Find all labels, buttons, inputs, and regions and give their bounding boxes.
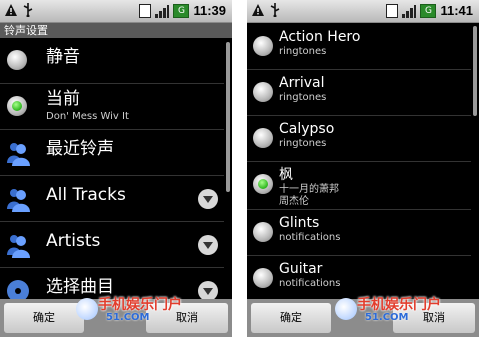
contact-icon	[7, 235, 30, 258]
usb-icon	[270, 3, 280, 17]
list-item-silent[interactable]: 静音	[0, 38, 224, 84]
list-item-subtitle: notifications	[279, 232, 341, 243]
list-item-label: 最近铃声	[46, 139, 114, 159]
list-item-all-tracks[interactable]: All Tracks	[0, 176, 224, 222]
warning-icon	[5, 4, 17, 16]
clock: 11:41	[440, 3, 473, 18]
chevron-down-icon[interactable]	[198, 189, 218, 209]
radio-button[interactable]	[253, 128, 273, 148]
list-item-subtitle: notifications	[279, 278, 341, 289]
list-item-subtitle: 十一月的萧邦	[279, 184, 339, 195]
list-item-label: Calypso	[279, 121, 335, 137]
signal-icon	[155, 4, 170, 18]
list-item-action-hero[interactable]: Action Hero ringtones	[247, 24, 471, 70]
right-phone-screen: G 11:41 Action Hero ringtones Arrival ri…	[247, 0, 479, 337]
battery-icon: G	[173, 3, 190, 18]
watermark-url: 51.COM	[365, 312, 409, 323]
scrollbar[interactable]	[473, 26, 477, 116]
contact-icon	[7, 143, 30, 166]
dialog-title: 铃声设置	[0, 23, 232, 38]
list-item-subtitle: Don' Mess Wiv It	[46, 111, 129, 122]
list-item-arrival[interactable]: Arrival ringtones	[247, 70, 471, 116]
list-item-artists[interactable]: Artists	[0, 222, 224, 268]
list-item-feng[interactable]: 枫 十一月的萧邦 周杰伦	[247, 162, 471, 210]
sim-icon	[386, 3, 399, 18]
radio-button[interactable]	[253, 268, 273, 288]
list-item-artist: 周杰伦	[279, 196, 309, 207]
radio-button[interactable]	[253, 222, 273, 242]
ok-button[interactable]: 确定	[251, 303, 331, 333]
status-bar: G 11:41	[247, 0, 479, 23]
list-item-label: All Tracks	[46, 185, 126, 205]
list-item-label: 枫	[279, 167, 293, 183]
clock: 11:39	[193, 3, 226, 18]
list-item-subtitle: ringtones	[279, 138, 327, 149]
list-item-label: 当前	[46, 89, 80, 109]
ringtone-list: 静音 当前 Don' Mess Wiv It 最近铃声 All Tracks A…	[0, 38, 224, 314]
chevron-down-icon[interactable]	[198, 281, 218, 301]
list-item-label: Arrival	[279, 75, 325, 91]
list-item-label: Guitar	[279, 261, 323, 277]
list-item-recent[interactable]: 最近铃声	[0, 130, 224, 176]
list-item-subtitle: ringtones	[279, 46, 327, 57]
list-item-label: Glints	[279, 215, 320, 231]
battery-icon: G	[420, 3, 437, 18]
left-phone-screen: G 11:39 铃声设置 静音 当前 Don' Mess Wiv It 最近铃声…	[0, 0, 232, 337]
chevron-down-icon[interactable]	[198, 235, 218, 255]
watermark-text: 手机娱乐门户	[357, 297, 441, 313]
watermark-text: 手机娱乐门户	[98, 297, 182, 313]
scrollbar[interactable]	[226, 42, 230, 192]
list-item-subtitle: ringtones	[279, 92, 327, 103]
signal-icon	[402, 4, 417, 18]
radio-button[interactable]	[253, 36, 273, 56]
usb-icon	[23, 3, 33, 17]
list-item-label: Artists	[46, 231, 101, 251]
watermark-url: 51.COM	[106, 312, 150, 323]
list-item-glints[interactable]: Glints notifications	[247, 210, 471, 256]
list-item-label: 静音	[46, 47, 80, 67]
contact-icon	[7, 189, 30, 212]
list-item-current[interactable]: 当前 Don' Mess Wiv It	[0, 84, 224, 130]
sim-icon	[139, 3, 152, 18]
warning-icon	[252, 4, 264, 16]
status-bar: G 11:39	[0, 0, 232, 23]
ok-button[interactable]: 确定	[4, 303, 84, 333]
list-item-calypso[interactable]: Calypso ringtones	[247, 116, 471, 162]
radio-button[interactable]	[253, 82, 273, 102]
radio-button-selected[interactable]	[253, 174, 273, 194]
list-item-label: Action Hero	[279, 29, 361, 45]
radio-button-selected[interactable]	[7, 96, 27, 116]
watermark-logo-icon	[335, 298, 357, 320]
ringtone-picker-list: Action Hero ringtones Arrival ringtones …	[247, 24, 471, 302]
watermark-logo-icon	[76, 298, 98, 320]
radio-button[interactable]	[7, 50, 27, 70]
